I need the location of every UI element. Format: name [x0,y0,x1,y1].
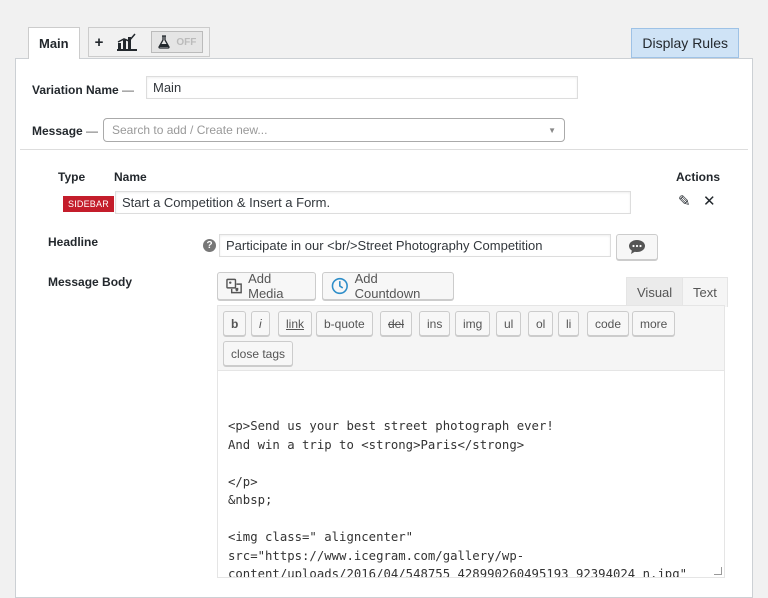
quicktag-code-button[interactable]: code [587,311,630,336]
add-countdown-button[interactable]: Add Countdown [322,271,454,301]
resize-handle[interactable] [714,567,722,575]
clock-icon [331,277,348,295]
add-media-label: Add Media [248,271,284,301]
type-column-header: Type [58,170,86,184]
plus-icon[interactable]: + [95,34,104,51]
chevron-down-icon: ▼ [548,125,556,135]
quicktag-del-button[interactable]: del [380,311,413,336]
type-badge: SIDEBAR [63,196,114,212]
tab-tools: + OFF [87,27,211,57]
variation-name-input[interactable]: Main [146,76,578,99]
chart-icon[interactable] [117,33,138,51]
quicktag-close-tags-button[interactable]: close tags [223,341,294,366]
pencil-icon[interactable]: ✎ [678,192,691,210]
quicktag-li-button[interactable]: li [558,311,580,336]
actions-column-header: Actions [676,170,721,184]
message-name-input[interactable]: Start a Competition & Insert a Form. [115,191,631,214]
ab-test-toggle[interactable]: OFF [151,31,204,53]
tab-text[interactable]: Text [682,277,728,307]
name-column-header: Name [114,170,147,184]
quicktag-img-button[interactable]: img [455,311,491,336]
tab-main[interactable]: Main [28,27,80,59]
message-search-select[interactable]: Search to add / Create new... ▼ [103,118,565,142]
quicktags-toolbar: b i link b-quote del ins img ul ol li co… [217,305,725,371]
media-icon [226,278,242,294]
display-rules-button[interactable]: Display Rules [631,28,739,58]
flask-icon [158,35,171,49]
message-body-label: Message Body [48,275,133,289]
quicktag-ol-button[interactable]: ol [528,311,554,336]
quicktag-italic-button[interactable]: i [251,311,270,336]
variation-name-label: Variation Name — [32,83,135,97]
variation-tabs: Main + OFF [28,27,211,59]
tab-visual[interactable]: Visual [626,277,684,307]
quicktag-ul-button[interactable]: ul [496,311,522,336]
quicktag-more-button[interactable]: more [632,311,676,336]
add-countdown-label: Add Countdown [354,271,421,301]
headline-input[interactable]: Participate in our <br/>Street Photograp… [219,234,611,257]
quicktag-ins-button[interactable]: ins [419,311,451,336]
help-icon[interactable]: ? [203,239,216,252]
toggle-state-label: OFF [176,36,197,48]
close-icon[interactable]: ✕ [703,192,716,210]
headline-label: Headline [48,235,99,249]
message-body-textarea[interactable]: <p>Send us your best street photograph e… [217,370,725,578]
chat-bubble-icon[interactable] [616,234,658,260]
message-body-content: <p>Send us your best street photograph e… [228,419,688,578]
quicktag-link-button[interactable]: link [278,311,313,336]
divider [20,149,748,150]
message-search-placeholder: Search to add / Create new... [112,123,268,137]
quicktag-bold-button[interactable]: b [223,311,247,336]
quicktag-blockquote-button[interactable]: b-quote [316,311,373,336]
message-label: Message — [32,124,99,138]
add-media-button[interactable]: Add Media [217,271,316,301]
